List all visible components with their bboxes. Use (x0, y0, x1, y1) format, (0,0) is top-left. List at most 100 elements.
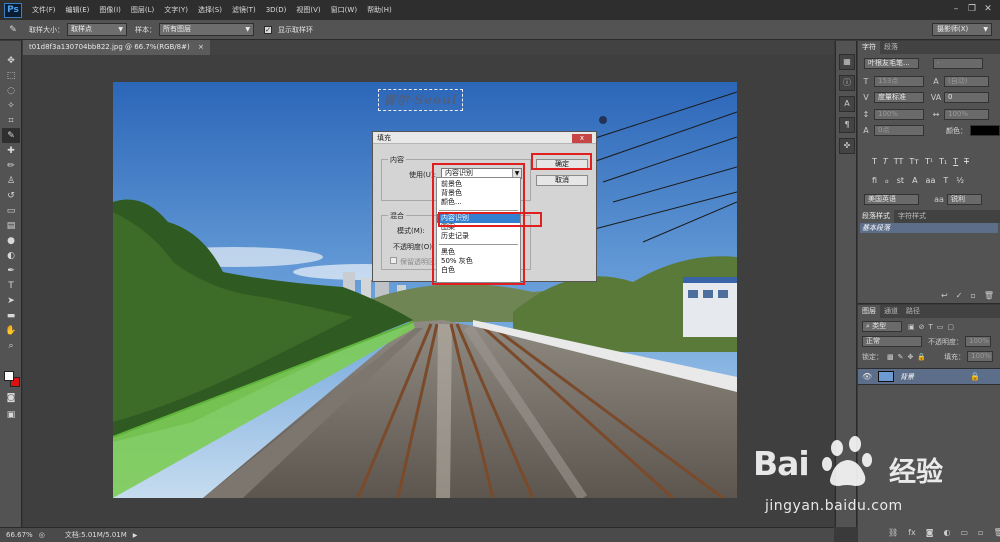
layer-background-row[interactable]: 👁 背景 🔒 (858, 368, 1000, 385)
character-panel-icon[interactable]: A (839, 96, 855, 112)
tab-paragraph-styles[interactable]: 段落样式 (858, 210, 894, 223)
antialias-select[interactable]: 锐利 (947, 194, 982, 205)
eyedropper-tool-icon[interactable]: ✎ (2, 128, 20, 143)
tracking-field[interactable]: 0 (944, 92, 989, 103)
clone-stamp-tool-icon[interactable]: ♙ (2, 173, 20, 188)
faux-bold-icon[interactable]: T (872, 157, 877, 166)
redefine-style-icon[interactable]: ✓ (956, 291, 963, 300)
leading-field[interactable]: (自动) (944, 76, 989, 87)
menu-filter[interactable]: 滤镜(T) (227, 0, 261, 20)
document-tab[interactable]: t01d8f3a130704bb822.jpg @ 66.7%(RGB/8#) … (23, 40, 210, 55)
paragraph-style-basic[interactable]: 基本段落 (860, 223, 998, 233)
paragraph-panel-icon[interactable]: ¶ (839, 117, 855, 133)
cancel-button[interactable]: 取消 (536, 175, 588, 186)
small-caps-icon[interactable]: Tт (909, 157, 919, 166)
healing-brush-tool-icon[interactable]: ✚ (2, 143, 20, 158)
marquee-tool-icon[interactable]: ⬚ (2, 68, 20, 83)
font-size-field[interactable]: 153点 (874, 76, 924, 87)
font-family-field[interactable]: 叶根友毛笔... (864, 58, 919, 69)
menu-view[interactable]: 视图(V) (291, 0, 325, 20)
old-style-icon[interactable]: ℴ (885, 176, 889, 185)
language-select[interactable]: 美国英语 (864, 194, 919, 205)
baseline-field[interactable]: 0点 (874, 125, 924, 136)
menu-image[interactable]: 图像(I) (94, 0, 126, 20)
hand-tool-icon[interactable]: ✋ (2, 323, 20, 338)
workspace-select[interactable]: 摄影师(X) ▼ (932, 23, 992, 36)
pen-tool-icon[interactable]: ✒ (2, 263, 20, 278)
blend-mode-select[interactable]: 正常 (862, 336, 922, 347)
dodge-tool-icon[interactable]: ◐ (2, 248, 20, 263)
delete-layer-icon[interactable]: 🗑 (993, 528, 1000, 537)
minimize-icon[interactable]: – (950, 3, 962, 15)
type-tool-icon[interactable]: T (2, 278, 20, 293)
tab-paragraph[interactable]: 段落 (880, 41, 902, 54)
menu-file[interactable]: 文件(F) (27, 0, 61, 20)
show-ring-checkbox[interactable]: ✓ (264, 25, 272, 34)
menu-select[interactable]: 选择(S) (193, 0, 227, 20)
crop-tool-icon[interactable]: ⌗ (2, 113, 20, 128)
eyedropper-tool-preset-icon[interactable]: ✎ (2, 22, 24, 37)
blur-tool-icon[interactable]: ● (2, 233, 20, 248)
gradient-tool-icon[interactable]: ▤ (2, 218, 20, 233)
layer-style-icon[interactable]: fx (908, 528, 916, 537)
adjustment-layer-icon[interactable]: ◐ (943, 528, 950, 537)
info-panel-icon[interactable]: ⓘ (839, 75, 855, 91)
screen-mode-icon[interactable]: ▣ (2, 407, 20, 422)
underline-icon[interactable]: T (953, 157, 958, 166)
history-brush-tool-icon[interactable]: ↺ (2, 188, 20, 203)
path-select-tool-icon[interactable]: ➤ (2, 293, 20, 308)
status-menu-icon[interactable]: ◎ (39, 531, 45, 539)
new-style-icon[interactable]: ▫ (970, 291, 975, 300)
fractions-icon[interactable]: ½ (956, 176, 964, 185)
close-icon[interactable]: ✕ (982, 3, 994, 15)
eye-icon[interactable]: 👁 (862, 372, 872, 381)
ordinals-icon[interactable]: T (943, 176, 948, 185)
tab-character[interactable]: 字符 (858, 41, 880, 54)
eraser-tool-icon[interactable]: ▭ (2, 203, 20, 218)
superscript-icon[interactable]: T¹ (925, 157, 933, 166)
kerning-field[interactable]: 度量标准 (874, 92, 924, 103)
fill-field[interactable]: 100% (967, 351, 994, 362)
shape-tool-icon[interactable]: ▬ (2, 308, 20, 323)
status-expand-icon[interactable]: ▶ (133, 532, 138, 539)
link-layers-icon[interactable]: ⛓ (888, 528, 898, 537)
all-caps-icon[interactable]: TT (894, 157, 904, 166)
add-mask-icon[interactable]: ◙ (926, 528, 934, 537)
swash-icon[interactable]: st (897, 176, 904, 185)
tab-character-styles[interactable]: 字符样式 (894, 210, 930, 223)
titling-icon[interactable]: aa (926, 176, 936, 185)
tab-paths[interactable]: 路径 (902, 305, 924, 318)
menu-edit[interactable]: 编辑(E) (61, 0, 95, 20)
clear-override-icon[interactable]: ↩ (941, 291, 948, 300)
delete-style-icon[interactable]: 🗑 (984, 291, 994, 300)
strikethrough-icon[interactable]: T (964, 157, 969, 166)
dialog-close-button[interactable]: x (572, 134, 592, 143)
brush-tool-icon[interactable]: ✏ (2, 158, 20, 173)
vertical-scale-field[interactable]: 100% (874, 109, 924, 120)
subscript-icon[interactable]: T₁ (939, 157, 947, 166)
new-layer-icon[interactable]: ▫ (978, 528, 983, 537)
zoom-tool-icon[interactable]: ⌕ (2, 338, 20, 353)
sample-size-select[interactable]: 取样点 ▼ (67, 23, 127, 36)
lasso-tool-icon[interactable]: ◌ (2, 83, 20, 98)
quick-select-tool-icon[interactable]: ✧ (2, 98, 20, 113)
move-tool-icon[interactable]: ✥ (2, 53, 20, 68)
font-style-field[interactable]: - (933, 58, 983, 69)
zoom-level[interactable]: 66.67% (6, 531, 33, 539)
preserve-transparency-checkbox[interactable] (390, 257, 397, 264)
alternates-icon[interactable]: A (912, 176, 917, 185)
layer-kind-filter[interactable]: ⌕ 类型 (862, 321, 902, 332)
menu-layer[interactable]: 图层(L) (126, 0, 159, 20)
faux-italic-icon[interactable]: T (883, 157, 888, 166)
menu-help[interactable]: 帮助(H) (362, 0, 397, 20)
quick-mask-icon[interactable]: ◙ (2, 390, 20, 405)
menu-type[interactable]: 文字(Y) (159, 0, 193, 20)
tab-layers[interactable]: 图层 (858, 305, 880, 318)
horizontal-scale-field[interactable]: 100% (944, 109, 989, 120)
menu-window[interactable]: 窗口(W) (326, 0, 362, 20)
restore-icon[interactable]: ❐ (966, 3, 978, 15)
close-tab-icon[interactable]: × (198, 43, 204, 51)
layer-opacity-field[interactable]: 100% (965, 336, 991, 347)
ligature-icon[interactable]: fi (872, 176, 877, 185)
foreground-color-swatch[interactable] (4, 371, 14, 381)
